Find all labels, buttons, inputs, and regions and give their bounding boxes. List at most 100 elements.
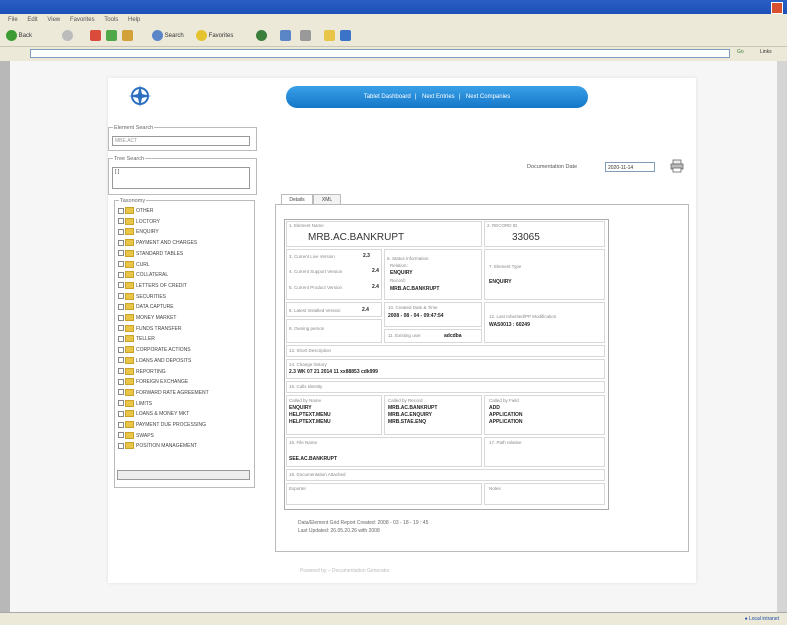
tree-item[interactable]: LOCTORY — [118, 217, 160, 226]
owning-cell — [286, 319, 382, 343]
expand-icon[interactable] — [118, 218, 124, 225]
folder-icon — [125, 356, 134, 364]
expand-icon[interactable] — [118, 410, 124, 417]
refresh-button[interactable] — [106, 30, 117, 42]
tree-item[interactable]: LOANS & MONEY MKT — [118, 410, 189, 418]
menu-edit[interactable]: Edit — [27, 17, 37, 23]
folder-button[interactable] — [324, 30, 335, 42]
folder-icon — [125, 442, 134, 450]
tree-item[interactable]: TELLER — [118, 335, 155, 343]
menu-file[interactable]: File — [8, 17, 18, 23]
change-history-label: 14. Change history — [289, 362, 327, 367]
folder-icon — [125, 239, 134, 247]
folder-icon — [125, 421, 134, 428]
expand-icon[interactable] — [118, 442, 124, 449]
home-button[interactable] — [122, 30, 133, 42]
messenger-button[interactable] — [340, 30, 351, 42]
expand-icon[interactable] — [118, 282, 124, 289]
menu-view[interactable]: View — [47, 17, 60, 23]
tree-item[interactable]: ENQUIRY — [118, 228, 159, 236]
expand-icon[interactable] — [118, 432, 124, 439]
tree-scrollbar[interactable] — [117, 470, 250, 480]
tree-item[interactable]: REPORTING — [118, 367, 166, 376]
back-button[interactable]: Back — [6, 30, 32, 42]
tree-item[interactable]: LOANS AND DEPOSITS — [118, 356, 191, 365]
tree-item[interactable]: SWAPS — [118, 431, 154, 440]
tree-item[interactable]: CORPORATE ACTIONS — [118, 346, 191, 354]
tree-item[interactable]: PAYMENT AND CHARGES — [118, 239, 197, 247]
expand-icon[interactable] — [118, 239, 124, 246]
menu-help[interactable]: Help — [128, 17, 140, 23]
tree-item[interactable]: PAYMENT DUE PROCESSING — [118, 421, 206, 429]
printer-icon[interactable] — [670, 159, 684, 173]
status-record-label: Record: — [390, 278, 406, 283]
print-icon — [300, 30, 311, 41]
doc-date-select[interactable]: 2020-11-14 — [605, 162, 655, 172]
exporter-cell — [286, 483, 482, 505]
file-name-label: 16. File Name — [289, 440, 318, 445]
forward-icon — [62, 30, 73, 41]
expand-icon[interactable] — [118, 228, 124, 235]
tree-item[interactable]: POSITION MANAGEMENT — [118, 442, 197, 450]
calls-label: 15. Calls Identity — [289, 384, 323, 389]
element-name-label: 1. Element Name — [289, 223, 324, 228]
tree-item[interactable]: LIMITS — [118, 399, 152, 408]
history-button[interactable] — [256, 30, 267, 42]
expand-icon[interactable] — [118, 293, 124, 300]
nav-entries-link[interactable]: Next Entries — [422, 94, 455, 100]
scrollbar[interactable] — [777, 61, 787, 614]
folder-icon — [125, 388, 134, 396]
tree-item[interactable]: OTHER — [118, 207, 154, 215]
mail-button[interactable] — [280, 30, 291, 42]
tree-item[interactable]: STANDARD TABLES — [118, 249, 183, 258]
tree-item[interactable]: DATA CAPTURE — [118, 303, 174, 311]
tree-item-label: PAYMENT AND CHARGES — [136, 239, 198, 246]
expand-icon[interactable] — [118, 271, 124, 278]
tree-item[interactable]: CURL — [118, 260, 150, 269]
expand-icon[interactable] — [118, 314, 124, 321]
search-icon — [152, 30, 163, 41]
tree-item[interactable]: SECURITIES — [118, 292, 166, 301]
called-by-record-2: MRB.AC.ENQUIRY — [388, 412, 432, 418]
expand-icon[interactable] — [118, 207, 124, 214]
taxonomy-label: Taxonomy — [119, 198, 147, 204]
tree-search-input[interactable]: [ ] — [112, 167, 250, 189]
expand-icon[interactable] — [118, 261, 124, 267]
tree-item[interactable]: COLLATERAL — [118, 271, 168, 279]
path-label: 17. Path relative — [489, 440, 522, 445]
expand-icon[interactable] — [118, 357, 124, 364]
tree-item[interactable]: LETTERS OF CREDIT — [118, 281, 187, 290]
nav-dashboard-link[interactable]: Tablet Dashboard — [364, 94, 411, 100]
element-search-input[interactable]: MBE.ACT — [112, 136, 250, 146]
close-icon[interactable] — [771, 2, 783, 14]
expand-icon[interactable] — [118, 325, 124, 332]
print-button[interactable] — [300, 30, 311, 42]
search-button[interactable]: Search — [152, 30, 184, 42]
tree-item[interactable]: FORWARD RATE AGREEMENT — [118, 388, 209, 397]
called-by-name-1: ENQUIRY — [289, 405, 312, 411]
go-button[interactable]: Go — [737, 49, 744, 55]
expand-icon[interactable] — [118, 346, 124, 353]
expand-icon[interactable] — [118, 335, 124, 342]
record-id-value: 33065 — [512, 232, 540, 243]
stop-button[interactable] — [90, 30, 101, 42]
product-version-value: 2.4 — [372, 284, 379, 290]
expand-icon[interactable] — [118, 303, 124, 310]
expand-icon[interactable] — [118, 389, 124, 396]
tree-item-label: LOCTORY — [136, 218, 160, 225]
address-input[interactable] — [30, 49, 730, 58]
menu-favorites[interactable]: Favorites — [70, 17, 95, 23]
favorites-button[interactable]: Favorites — [196, 30, 233, 42]
expand-icon[interactable] — [118, 250, 124, 257]
expand-icon[interactable] — [118, 378, 124, 385]
forward-button[interactable] — [62, 30, 73, 42]
expand-icon[interactable] — [118, 368, 124, 374]
expand-icon[interactable] — [118, 421, 124, 428]
tree-item[interactable]: MONEY MARKET — [118, 314, 176, 322]
folder-icon — [125, 335, 134, 343]
tree-item[interactable]: FUNDS TRANSFER — [118, 324, 181, 333]
menu-tools[interactable]: Tools — [104, 17, 118, 23]
expand-icon[interactable] — [118, 400, 124, 407]
nav-companies-link[interactable]: Next Companies — [466, 94, 510, 100]
tree-item[interactable]: FOREIGN EXCHANGE — [118, 378, 188, 386]
